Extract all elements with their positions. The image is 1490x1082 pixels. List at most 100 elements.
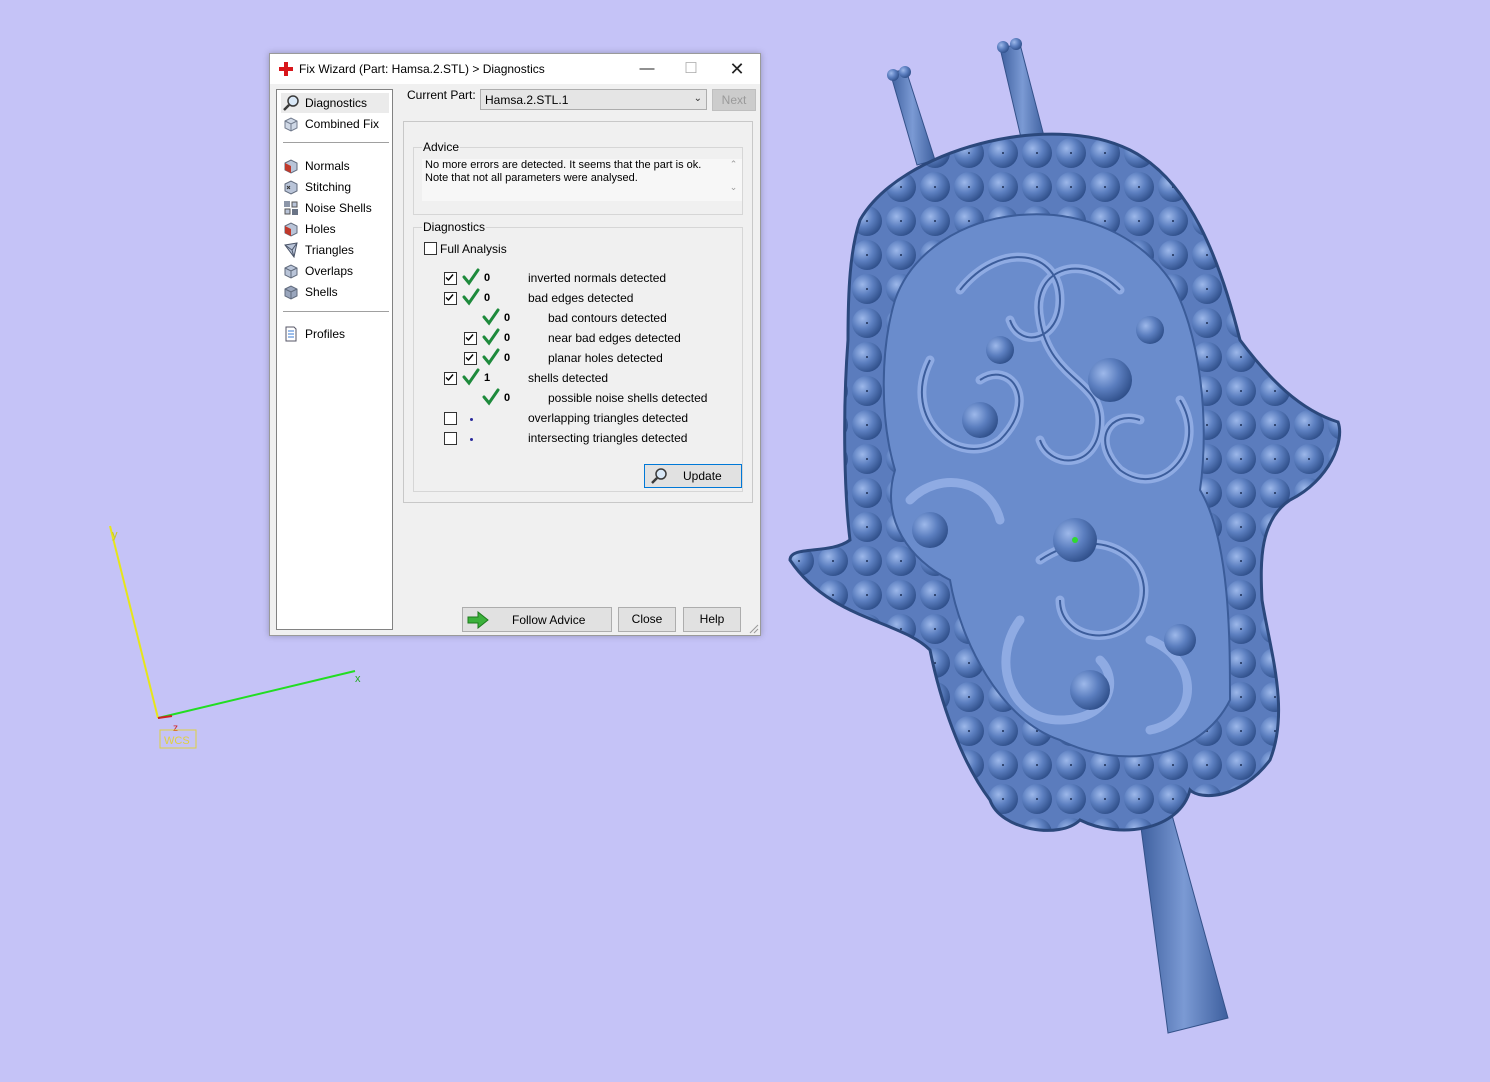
normals-cube-icon: [284, 159, 298, 174]
bad-edges-count: 0: [484, 292, 491, 304]
maximize-button[interactable]: ☐: [669, 54, 713, 84]
resize-grip-icon[interactable]: [748, 623, 759, 634]
nav-item-combined-fix[interactable]: Combined Fix: [281, 114, 389, 134]
triangles-icon: [284, 242, 298, 258]
ok-check-icon: [462, 268, 480, 286]
near-bad-edges-checkbox[interactable]: [464, 332, 477, 345]
nav-label: Triangles: [305, 243, 354, 257]
help-button[interactable]: Help: [683, 607, 741, 632]
ok-check-icon: [482, 388, 500, 406]
advice-line-2: Note that not all parameters were analys…: [425, 172, 638, 184]
green-arrow-icon: [467, 611, 489, 629]
not-analysed-dot: [470, 418, 473, 421]
update-label: Update: [683, 469, 722, 483]
current-part-dropdown[interactable]: Hamsa.2.STL.1 ⌄: [480, 89, 707, 110]
nav-label: Shells: [305, 285, 338, 299]
wizard-nav: Diagnostics Combined Fix Normals Stitchi…: [276, 89, 393, 630]
nav-item-diagnostics[interactable]: Diagnostics: [281, 93, 389, 113]
advice-group-label: Advice: [422, 140, 461, 154]
checkmark-icon: [465, 354, 474, 362]
nav-label: Overlaps: [305, 264, 354, 278]
advice-scrollbar[interactable]: ⌃ ⌄: [725, 159, 742, 207]
close-window-button[interactable]: ✕: [715, 54, 759, 84]
cube-icon: [284, 117, 298, 132]
nav-divider: [283, 142, 389, 143]
bad-edges-label: bad edges detected: [528, 291, 634, 305]
diagnostics-group: Diagnostics Full Analysis 0 inverted nor…: [413, 220, 743, 492]
nav-divider: [283, 311, 389, 312]
nav-item-holes[interactable]: Holes: [281, 219, 389, 239]
checkmark-icon: [445, 274, 454, 282]
nav-label: Normals: [305, 159, 350, 173]
scroll-down-icon[interactable]: ⌄: [725, 182, 742, 193]
nav-label: Holes: [305, 222, 336, 236]
shells-cube-icon: [284, 285, 298, 300]
ok-check-icon: [462, 368, 480, 386]
checkmark-icon: [445, 294, 454, 302]
bad-contours-count: 0: [504, 312, 511, 324]
nav-label: Stitching: [305, 180, 352, 194]
ok-check-icon: [482, 308, 500, 326]
nav-item-overlaps[interactable]: Overlaps: [281, 261, 389, 281]
close-button[interactable]: Close: [618, 607, 676, 632]
inverted-normals-checkbox[interactable]: [444, 272, 457, 285]
ok-check-icon: [482, 328, 500, 346]
inverted-normals-count: 0: [484, 272, 491, 284]
nav-item-noise-shells[interactable]: Noise Shells: [281, 198, 389, 218]
nav-label: Noise Shells: [305, 201, 372, 215]
inverted-normals-label: inverted normals detected: [528, 271, 667, 285]
wcs-label: WCS: [164, 735, 190, 747]
overlapping-triangles-checkbox[interactable]: [444, 412, 457, 425]
noise-shells-label: possible noise shells detected: [548, 391, 708, 405]
nav-item-shells[interactable]: Shells: [281, 282, 389, 302]
title-bar[interactable]: Fix Wizard (Part: Hamsa.2.STL) > Diagnos…: [270, 54, 760, 84]
window-title: Fix Wizard (Part: Hamsa.2.STL) > Diagnos…: [299, 62, 545, 76]
shells-label: shells detected: [528, 371, 609, 385]
holes-cube-icon: [284, 222, 298, 237]
shells-checkbox[interactable]: [444, 372, 457, 385]
noise-shells-icon: [284, 201, 298, 215]
planar-holes-count: 0: [504, 352, 511, 364]
full-analysis-checkbox[interactable]: [424, 242, 437, 255]
bad-edges-checkbox[interactable]: [444, 292, 457, 305]
minimize-button[interactable]: —: [625, 54, 669, 84]
intersecting-triangles-checkbox[interactable]: [444, 432, 457, 445]
nav-item-triangles[interactable]: Triangles: [281, 240, 389, 260]
planar-holes-label: planar holes detected: [548, 351, 663, 365]
diagnostics-panel: Advice No more errors are detected. It s…: [403, 121, 753, 503]
full-analysis-label: Full Analysis: [440, 242, 507, 256]
ok-check-icon: [482, 348, 500, 366]
x-axis-label: x: [355, 673, 361, 685]
document-icon: [285, 326, 297, 342]
planar-holes-checkbox[interactable]: [464, 352, 477, 365]
advice-text: No more errors are detected. It seems th…: [425, 159, 715, 185]
nav-item-stitching[interactable]: Stitching: [281, 177, 389, 197]
not-analysed-dot: [470, 438, 473, 441]
near-bad-edges-count: 0: [504, 332, 511, 344]
checkmark-icon: [465, 334, 474, 342]
nav-item-profiles[interactable]: Profiles: [281, 324, 389, 344]
noise-shells-count: 0: [504, 392, 511, 404]
overlapping-triangles-label: overlapping triangles detected: [528, 411, 689, 425]
bad-contours-label: bad contours detected: [548, 311, 667, 325]
follow-advice-label: Follow Advice: [512, 613, 586, 627]
magnifier-icon: [651, 468, 667, 484]
overlaps-cube-icon: [284, 264, 298, 279]
current-part-value: Hamsa.2.STL.1: [485, 93, 569, 107]
z-axis-label: z: [173, 723, 178, 734]
nav-label: Combined Fix: [305, 117, 380, 131]
advice-textbox[interactable]: No more errors are detected. It seems th…: [422, 159, 742, 201]
red-cross-icon: [279, 62, 293, 76]
checkmark-icon: [445, 374, 454, 382]
follow-advice-button[interactable]: Follow Advice: [462, 607, 612, 632]
chevron-down-icon: ⌄: [693, 93, 702, 104]
hamsa-model[interactable]: [788, 38, 1342, 1034]
nav-label: Profiles: [305, 327, 346, 341]
update-button[interactable]: Update: [644, 464, 742, 488]
magnifier-icon: [283, 95, 299, 111]
advice-group: Advice No more errors are detected. It s…: [413, 140, 743, 215]
next-button[interactable]: Next: [712, 89, 756, 111]
advice-line-1: No more errors are detected. It seems th…: [425, 159, 702, 171]
nav-item-normals[interactable]: Normals: [281, 156, 389, 176]
scroll-up-icon[interactable]: ⌃: [725, 159, 742, 170]
